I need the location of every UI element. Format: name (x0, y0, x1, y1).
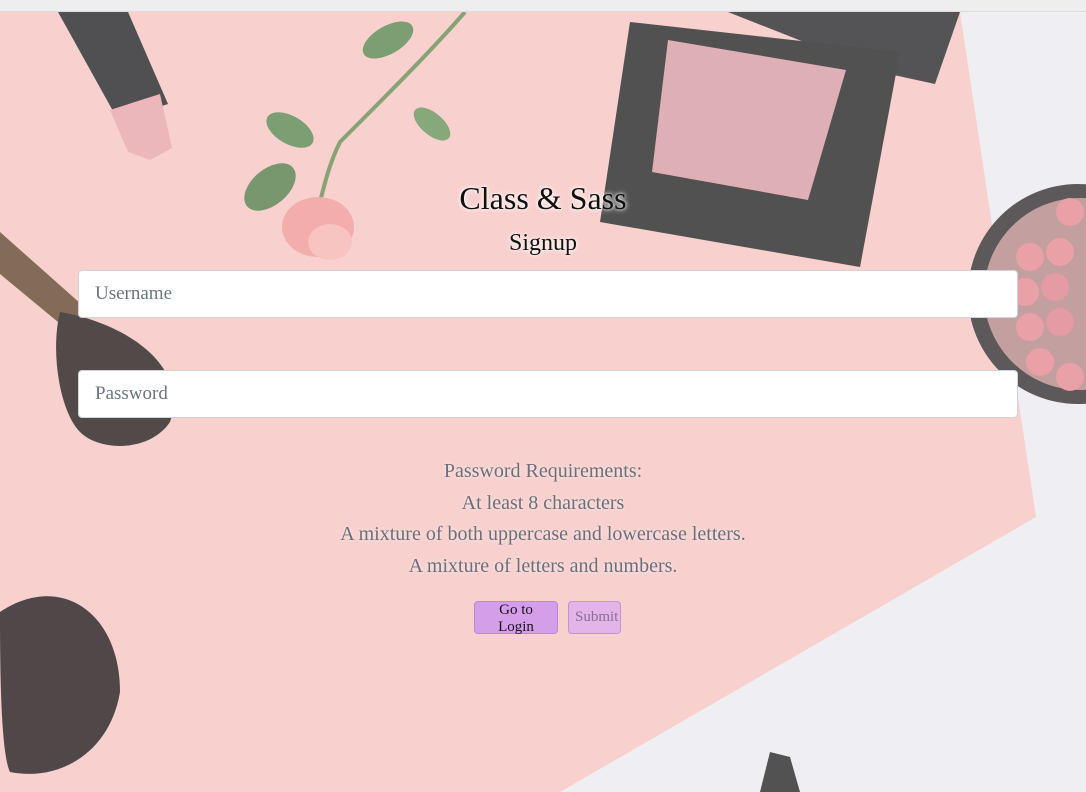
password-requirements: Password Requirements: At least 8 charac… (0, 456, 1086, 582)
requirement-item: At least 8 characters (461, 491, 625, 514)
requirements-heading: Password Requirements: (443, 460, 643, 482)
signup-page: Class & Sass Signup Password Requirement… (0, 12, 1086, 792)
requirement-item: A mixture of both uppercase and lowercas… (340, 523, 746, 545)
password-input[interactable] (78, 370, 1018, 418)
username-input[interactable] (78, 270, 1018, 318)
form-title: Signup (508, 230, 577, 256)
brand-title: Class & Sass (459, 180, 627, 216)
requirement-item: A mixture of letters and numbers. (408, 554, 678, 577)
submit-button[interactable]: Submit (568, 601, 621, 634)
go-to-login-button[interactable]: Go to Login (474, 601, 558, 635)
browser-top-strip (0, 0, 1086, 12)
